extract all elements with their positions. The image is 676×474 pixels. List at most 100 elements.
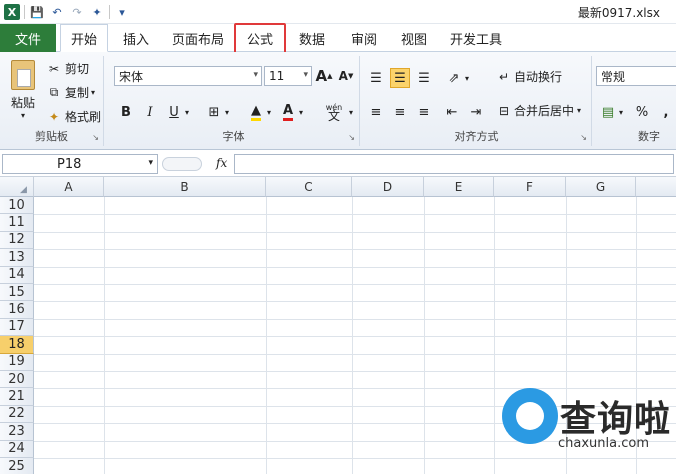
- row-header[interactable]: 21: [0, 388, 34, 406]
- redo-icon[interactable]: ↷: [69, 4, 85, 20]
- watermark-logo-icon: [502, 388, 558, 444]
- column-header-c[interactable]: C: [266, 177, 352, 197]
- orientation-dropdown-icon[interactable]: ▾: [462, 68, 472, 88]
- font-size-select[interactable]: 11 ▾: [264, 66, 312, 86]
- quick-access-toolbar: X 💾 ↶ ↷ ✦ ▾: [4, 3, 130, 21]
- wrap-text-button[interactable]: ↵ 自动换行: [496, 68, 562, 85]
- font-color-button[interactable]: A: [278, 102, 298, 122]
- brush-icon: ✦: [48, 109, 60, 124]
- paste-label: 粘贴: [10, 96, 35, 110]
- customize-qat-icon[interactable]: ▾: [114, 4, 130, 20]
- fill-color-dropdown-icon[interactable]: ▾: [264, 102, 274, 122]
- accounting-format-button[interactable]: ▤: [598, 102, 618, 122]
- align-center-button[interactable]: ≡: [390, 102, 410, 122]
- row-header[interactable]: 20: [0, 371, 34, 389]
- align-bottom-button[interactable]: ☰: [414, 68, 434, 88]
- name-box-value: P18: [57, 156, 82, 172]
- row-header[interactable]: 16: [0, 301, 34, 319]
- copy-icon: ⧉: [49, 85, 59, 99]
- bold-button[interactable]: B: [116, 102, 136, 122]
- accounting-dropdown-icon[interactable]: ▾: [616, 102, 626, 122]
- align-top-button[interactable]: ☰: [366, 68, 386, 88]
- number-format-select[interactable]: 常规: [596, 66, 676, 86]
- column-header-h[interactable]: H: [636, 177, 676, 197]
- phonetic-dropdown-icon[interactable]: ▾: [346, 102, 356, 122]
- column-header-e[interactable]: E: [424, 177, 494, 197]
- grid-line: [34, 318, 676, 320]
- tab-page-layout[interactable]: 页面布局: [164, 24, 232, 52]
- borders-button[interactable]: ⊞: [204, 102, 224, 122]
- grid-line: [34, 353, 676, 355]
- tab-formulas[interactable]: 公式: [236, 24, 284, 52]
- tab-insert[interactable]: 插入: [112, 24, 160, 52]
- paste-button[interactable]: 粘贴 ▾: [6, 60, 40, 120]
- merge-center-label: 合并后居中: [514, 104, 575, 118]
- row-header[interactable]: 23: [0, 423, 34, 441]
- format-painter-icon[interactable]: ✦: [89, 4, 105, 20]
- row-header[interactable]: 12: [0, 231, 34, 250]
- formula-input[interactable]: [234, 154, 674, 174]
- italic-button[interactable]: I: [140, 102, 160, 122]
- insert-function-icon[interactable]: fx: [216, 156, 227, 170]
- paste-dropdown-icon: ▾: [20, 111, 25, 120]
- row-header[interactable]: 19: [0, 353, 34, 371]
- row-header[interactable]: 24: [0, 440, 34, 458]
- align-left-button[interactable]: ≡: [366, 102, 386, 122]
- row-header[interactable]: 10: [0, 197, 34, 215]
- orientation-button[interactable]: ⇗: [444, 68, 464, 88]
- row-header[interactable]: 17: [0, 318, 34, 337]
- grow-font-button[interactable]: A ▲: [314, 66, 334, 86]
- column-header-d[interactable]: D: [352, 177, 424, 197]
- watermark-subtext: chaxunla.com: [558, 436, 649, 451]
- tab-review[interactable]: 审阅: [340, 24, 388, 52]
- alignment-launcher-icon[interactable]: ↘: [580, 133, 587, 142]
- save-icon[interactable]: 💾: [29, 4, 45, 20]
- scissors-icon: ✂: [48, 61, 60, 76]
- formula-bar-resize-handle[interactable]: [162, 157, 202, 171]
- increase-indent-button[interactable]: ⇥: [466, 102, 486, 122]
- decrease-indent-button[interactable]: ⇤: [442, 102, 462, 122]
- shrink-font-button[interactable]: A ▼: [336, 66, 356, 86]
- name-box[interactable]: P18 ▾: [2, 154, 158, 174]
- alignment-group-label: 对齐方式: [454, 130, 499, 143]
- underline-dropdown-icon[interactable]: ▾: [182, 102, 192, 122]
- row-header[interactable]: 15: [0, 284, 34, 302]
- underline-button[interactable]: U: [164, 102, 184, 122]
- column-header-b[interactable]: B: [104, 177, 266, 197]
- align-right-button[interactable]: ≡: [414, 102, 434, 122]
- column-header-a[interactable]: A: [34, 177, 104, 197]
- tab-home[interactable]: 开始: [60, 24, 108, 52]
- tab-view[interactable]: 视图: [390, 24, 438, 52]
- clipboard-launcher-icon[interactable]: ↘: [92, 133, 99, 142]
- formula-bar: P18 ▾ fx: [0, 151, 676, 177]
- font-color-dropdown-icon[interactable]: ▾: [296, 102, 306, 122]
- cut-button[interactable]: ✂ 剪切: [46, 60, 89, 77]
- format-painter-button[interactable]: ✦ 格式刷: [46, 108, 101, 125]
- select-all-corner[interactable]: ◢: [0, 177, 34, 197]
- phonetic-icon: 文: [327, 109, 340, 123]
- borders-dropdown-icon[interactable]: ▾: [222, 102, 232, 122]
- undo-icon[interactable]: ↶: [49, 4, 65, 20]
- column-header-g[interactable]: G: [566, 177, 636, 197]
- tab-data[interactable]: 数据: [288, 24, 336, 52]
- font-name-select[interactable]: 宋体 ▾: [114, 66, 262, 86]
- phonetic-button[interactable]: wén 文: [322, 102, 346, 122]
- row-header[interactable]: 14: [0, 266, 34, 284]
- row-header[interactable]: 13: [0, 249, 34, 267]
- copy-button[interactable]: ⧉ 复制 ▾: [46, 84, 95, 101]
- row-header[interactable]: 25: [0, 458, 34, 474]
- column-header-f[interactable]: F: [494, 177, 566, 197]
- merge-center-button[interactable]: ⊟ 合并后居中 ▾: [496, 102, 581, 119]
- percent-button[interactable]: %: [632, 102, 652, 122]
- tab-file[interactable]: 文件: [0, 24, 56, 52]
- row-header[interactable]: 22: [0, 405, 34, 424]
- copy-label: 复制: [65, 86, 90, 100]
- row-header-selected[interactable]: 18: [0, 336, 34, 354]
- font-launcher-icon[interactable]: ↘: [348, 133, 355, 142]
- comma-style-button[interactable]: ,: [656, 102, 676, 122]
- row-header[interactable]: 11: [0, 214, 34, 232]
- tab-developer[interactable]: 开发工具: [442, 24, 510, 52]
- fill-color-button[interactable]: ▲: [246, 102, 266, 122]
- grid-line: [34, 336, 676, 338]
- align-middle-button[interactable]: ☰: [390, 68, 410, 88]
